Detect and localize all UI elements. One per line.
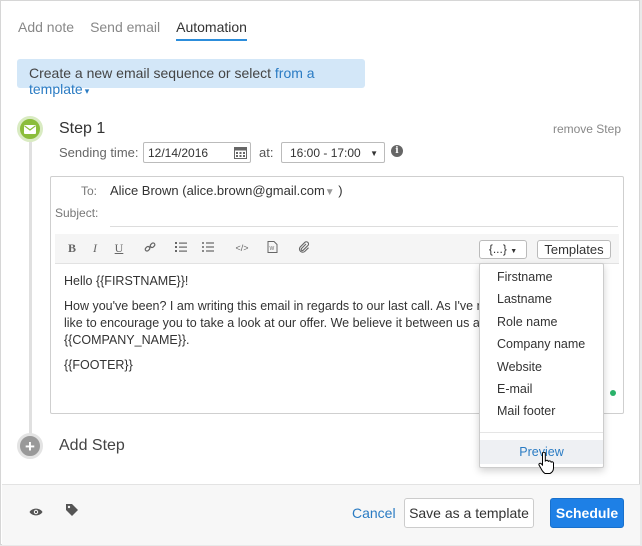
chevron-down-icon[interactable]: ▾	[85, 86, 90, 96]
variable-item-website[interactable]: Website	[497, 360, 542, 374]
dropdown-divider	[480, 432, 603, 433]
subject-input[interactable]	[110, 226, 618, 227]
variable-item-mail-footer[interactable]: Mail footer	[497, 404, 555, 418]
info-icon[interactable]: i	[391, 145, 403, 157]
eye-icon[interactable]	[29, 505, 43, 520]
variable-item-lastname[interactable]: Lastname	[497, 292, 552, 306]
variable-item-firstname[interactable]: Firstname	[497, 270, 553, 284]
calendar-icon[interactable]	[234, 146, 247, 162]
save-as-template-button[interactable]: Save as a template	[404, 498, 534, 528]
step-title: Step 1	[59, 120, 106, 137]
chevron-down-icon: ▼	[370, 149, 378, 158]
schedule-button[interactable]: Schedule	[550, 498, 624, 528]
variable-item-email[interactable]: E-mail	[497, 382, 532, 396]
subject-label: Subject:	[55, 206, 99, 220]
automation-panel: Add note Send email Automation Create a …	[0, 0, 640, 545]
tab-bar: Add note Send email Automation	[18, 19, 247, 41]
at-label: at:	[259, 145, 274, 160]
to-label: To:	[81, 184, 98, 198]
ordered-list-icon[interactable]	[174, 241, 188, 255]
italic-icon[interactable]: I	[88, 241, 102, 255]
envelope-icon	[17, 116, 43, 142]
timeline-line	[29, 131, 32, 447]
tab-send-email[interactable]: Send email	[90, 19, 160, 41]
variables-button[interactable]: {...} ▼	[479, 240, 527, 259]
sending-time-label: Sending time:	[59, 145, 139, 160]
variable-item-company-name[interactable]: Company name	[497, 337, 585, 351]
svg-text:W: W	[269, 246, 274, 252]
link-icon[interactable]	[143, 241, 157, 255]
editor-toolbar: B I U </> W {...} ▼ Templates	[55, 234, 619, 264]
banner-text: Create a new email sequence or select	[29, 65, 275, 81]
variable-item-role-name[interactable]: Role name	[497, 315, 557, 329]
paperclip-icon[interactable]	[297, 241, 311, 255]
templates-button[interactable]: Templates	[537, 240, 611, 259]
recipient-value: Alice Brown (alice.brown@gmail.com	[110, 183, 325, 198]
status-dot	[610, 390, 616, 396]
variables-dropdown: Firstname Lastname Role name Company nam…	[479, 263, 604, 468]
date-value: 12/14/2016	[148, 146, 209, 160]
hand-cursor-icon	[538, 451, 554, 479]
bullet-list-icon[interactable]	[201, 241, 215, 255]
time-value: 16:00 - 17:00	[290, 146, 361, 160]
tab-automation[interactable]: Automation	[176, 19, 247, 41]
time-select[interactable]: 16:00 - 17:00 ▼	[281, 142, 385, 163]
tab-add-note[interactable]: Add note	[18, 19, 74, 41]
bold-icon[interactable]: B	[65, 241, 79, 255]
remove-step-link[interactable]: remove Step	[553, 122, 621, 136]
date-input[interactable]: 12/14/2016	[143, 142, 251, 163]
code-icon[interactable]: </>	[235, 241, 249, 255]
cancel-button[interactable]: Cancel	[352, 505, 396, 521]
document-icon[interactable]: W	[265, 241, 279, 255]
add-step-link[interactable]: Add Step	[59, 437, 125, 455]
variables-label: {...}	[488, 242, 507, 256]
tag-icon[interactable]	[65, 503, 79, 520]
chevron-down-icon: ▼	[510, 248, 518, 255]
plus-icon[interactable]: +	[17, 433, 43, 459]
chevron-down-icon: ▼	[324, 187, 335, 198]
recipient-select[interactable]: Alice Brown (alice.brown@gmail.com▼ )	[110, 183, 343, 198]
underline-icon[interactable]: U	[112, 241, 126, 255]
footer-bar: Cancel Save as a template Schedule	[2, 484, 640, 545]
template-banner: Create a new email sequence or select fr…	[17, 59, 365, 97]
recipient-suffix: )	[334, 183, 343, 198]
